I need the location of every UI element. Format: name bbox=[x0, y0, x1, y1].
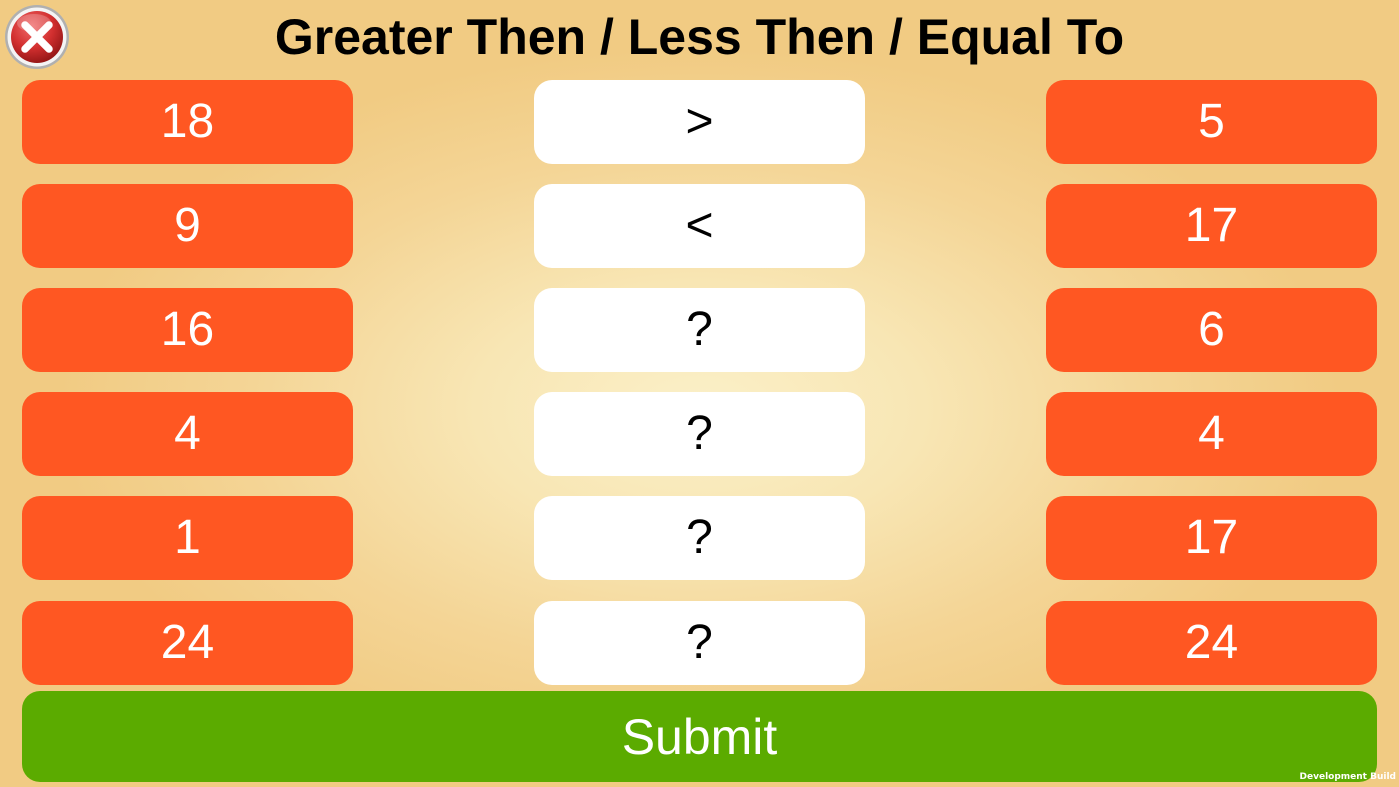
operator-tile[interactable]: ? bbox=[534, 288, 865, 372]
development-build-label: Development Build bbox=[1299, 772, 1396, 782]
left-number-tile[interactable]: 24 bbox=[22, 601, 353, 685]
operator-tile[interactable]: < bbox=[534, 184, 865, 268]
right-number-tile[interactable]: 17 bbox=[1046, 184, 1377, 268]
submit-button[interactable]: Submit bbox=[22, 691, 1377, 782]
right-number-tile[interactable]: 24 bbox=[1046, 601, 1377, 685]
page-title: Greater Then / Less Then / Equal To bbox=[274, 9, 1125, 65]
right-number-tile[interactable]: 17 bbox=[1046, 496, 1377, 580]
operator-tile[interactable]: ? bbox=[534, 392, 865, 476]
left-number-tile[interactable]: 1 bbox=[22, 496, 353, 580]
right-number-tile[interactable]: 5 bbox=[1046, 80, 1377, 164]
left-number-tile[interactable]: 9 bbox=[22, 184, 353, 268]
left-number-tile[interactable]: 18 bbox=[22, 80, 353, 164]
right-number-tile[interactable]: 6 bbox=[1046, 288, 1377, 372]
close-button[interactable] bbox=[3, 3, 71, 71]
right-number-tile[interactable]: 4 bbox=[1046, 392, 1377, 476]
operator-tile[interactable]: > bbox=[534, 80, 865, 164]
operator-tile[interactable]: ? bbox=[534, 601, 865, 685]
left-number-tile[interactable]: 16 bbox=[22, 288, 353, 372]
close-icon bbox=[5, 5, 69, 69]
left-number-tile[interactable]: 4 bbox=[22, 392, 353, 476]
operator-tile[interactable]: ? bbox=[534, 496, 865, 580]
